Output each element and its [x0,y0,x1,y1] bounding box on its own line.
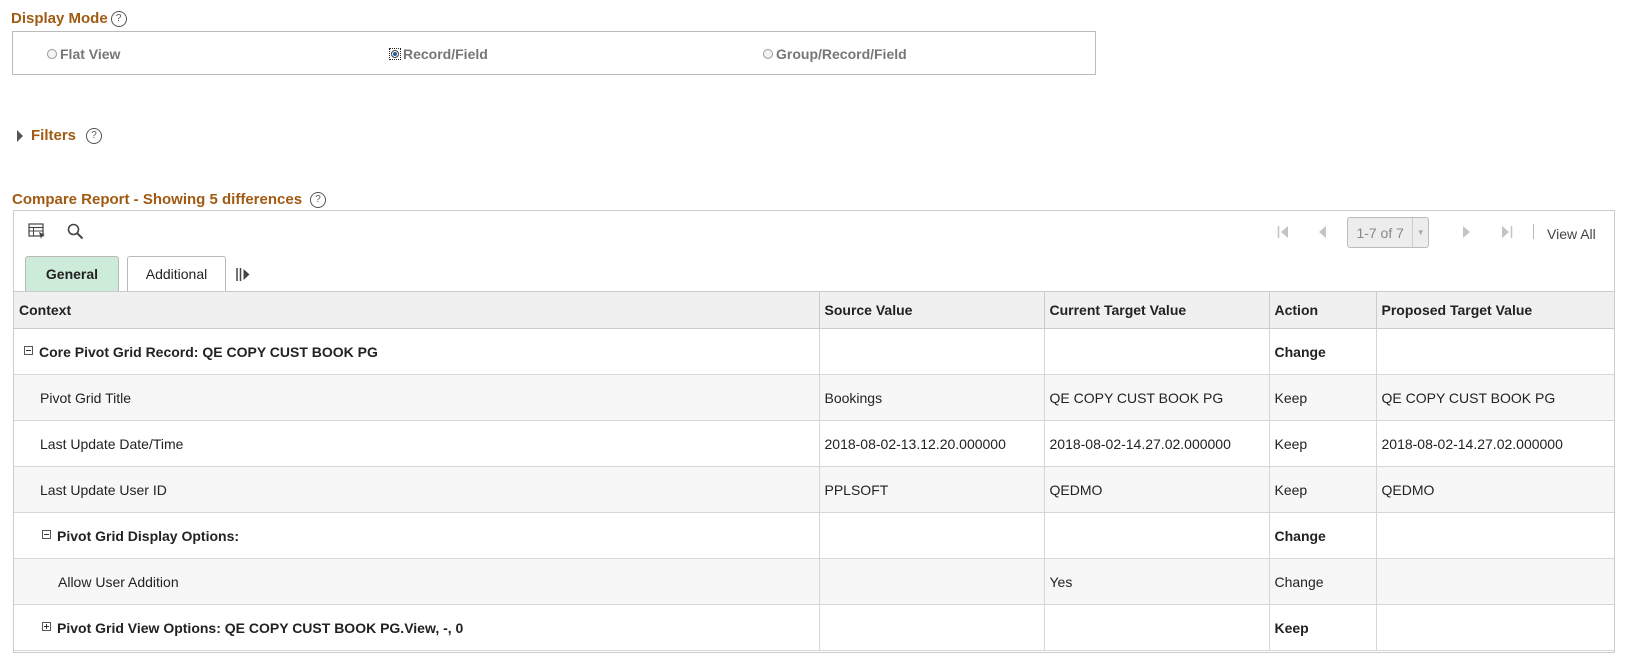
context-cell: Last Update User ID [14,466,819,513]
column-header-source-value[interactable]: Source Value [818,291,1044,329]
proposed-target-value-cell: 2018-08-02-14.27.02.000000 [1375,420,1614,467]
proposed-target-value-cell: QE COPY CUST BOOK PG [1375,374,1614,421]
current-target-value-cell: 2018-08-02-14.27.02.000000 [1043,420,1269,467]
context-cell: Pivot Grid View Options: QE COPY CUST BO… [14,604,819,651]
column-header-context[interactable]: Context [14,291,819,329]
tab-general-label: General [45,266,99,282]
tab-general[interactable]: General [25,256,119,291]
source-value-cell: Bookings [818,374,1044,421]
proposed-target-value-cell: QEDMO [1375,466,1614,513]
column-header-current-target-value[interactable]: Current Target Value [1043,291,1269,329]
pager-divider [1533,224,1534,239]
current-target-value-cell [1043,328,1269,375]
collapse-icon[interactable] [42,529,51,539]
action-cell: Keep [1268,604,1376,651]
display-mode-group: Flat View Record/Field Group/Record/Fiel… [12,31,1096,75]
table-row: Last Update User ID PPLSOFT QEDMO Keep Q… [14,466,1614,513]
source-value-cell [818,604,1044,651]
table-row: Pivot Grid Title Bookings QE COPY CUST B… [14,374,1614,421]
radio-unselected-icon[interactable] [763,49,773,59]
compare-report-grid: 1-7 of 7 ▼ View All General Additional C… [13,210,1615,653]
radio-label-group-record-field: Group/Record/Field [776,46,907,62]
proposed-target-value-cell [1375,512,1614,559]
source-value-cell: 2018-08-02-13.12.20.000000 [818,420,1044,467]
context-text: Pivot Grid Display Options: [57,527,240,544]
action-cell: Change [1268,328,1376,375]
collapse-icon[interactable] [24,345,33,355]
action-cell: Keep [1268,466,1376,513]
show-all-columns-icon[interactable] [236,268,250,286]
radio-group-record-field[interactable]: Group/Record/Field [763,46,907,62]
context-cell: Allow User Addition [14,558,819,605]
current-target-value-cell: Yes [1043,558,1269,605]
context-text: Pivot Grid View Options: QE COPY CUST BO… [57,619,464,636]
page-range-text: 1-7 of 7 [1356,224,1404,241]
first-page-icon[interactable] [1277,226,1289,241]
next-page-icon[interactable] [1462,226,1472,241]
compare-report-label: Compare Report - Showing 5 differences [12,191,303,208]
table-header-row: Context Source Value Current Target Valu… [14,291,1614,329]
table-row: Pivot Grid View Options: QE COPY CUST BO… [14,604,1614,651]
source-value-cell: PPLSOFT [818,466,1044,513]
column-header-proposed-target-value[interactable]: Proposed Target Value [1375,291,1614,329]
radio-flat-view[interactable]: Flat View [47,46,120,62]
compare-table: Context Source Value Current Target Valu… [14,291,1614,651]
grid-personalize-icon[interactable] [28,223,46,244]
filters-label[interactable]: Filters [31,127,76,144]
filters-toggle[interactable]: Filters ? [17,127,103,144]
context-cell: Last Update Date/Time [14,420,819,467]
action-cell: Keep [1268,420,1376,467]
current-target-value-cell [1043,512,1269,559]
chevron-down-icon[interactable]: ▼ [1412,218,1428,247]
proposed-target-value-cell [1375,328,1614,375]
current-target-value-cell: QEDMO [1043,466,1269,513]
radio-label-flat-view: Flat View [60,46,121,62]
action-cell: Change [1268,512,1376,559]
table-row: Last Update Date/Time 2018-08-02-13.12.2… [14,420,1614,467]
radio-label-record-field: Record/Field [403,46,488,62]
view-all-link[interactable]: View All [1547,226,1596,242]
radio-record-field[interactable]: Record/Field [389,46,488,62]
tab-additional[interactable]: Additional [127,256,226,291]
context-cell: Core Pivot Grid Record: QE COPY CUST BOO… [14,328,819,375]
context-text: Core Pivot Grid Record: QE COPY CUST BOO… [39,343,378,360]
source-value-cell [818,558,1044,605]
proposed-target-value-cell [1375,604,1614,651]
compare-report-title: Compare Report - Showing 5 differences ? [12,191,327,208]
context-cell: Pivot Grid Title [14,374,819,421]
source-value-cell [818,328,1044,375]
radio-unselected-icon[interactable] [47,49,57,59]
help-icon[interactable]: ? [310,191,327,208]
expand-icon[interactable] [42,621,51,631]
page-range-select[interactable]: 1-7 of 7 ▼ [1347,217,1429,248]
help-icon[interactable]: ? [110,10,127,27]
current-target-value-cell [1043,604,1269,651]
current-target-value-cell: QE COPY CUST BOOK PG [1043,374,1269,421]
tab-additional-label: Additional [145,266,208,282]
last-page-icon[interactable] [1501,226,1513,241]
action-cell: Keep [1268,374,1376,421]
display-mode-title: Display Mode ? [11,10,127,27]
help-icon[interactable]: ? [86,127,103,144]
collapsed-triangle-icon[interactable] [17,129,23,142]
column-header-action[interactable]: Action [1268,291,1376,329]
table-row: Pivot Grid Display Options: Change [14,512,1614,559]
context-cell: Pivot Grid Display Options: [14,512,819,559]
table-row: Core Pivot Grid Record: QE COPY CUST BOO… [14,328,1614,375]
radio-selected-icon[interactable] [389,48,401,60]
proposed-target-value-cell [1375,558,1614,605]
action-cell: Change [1268,558,1376,605]
table-row: Allow User Addition Yes Change [14,558,1614,605]
search-icon[interactable] [67,223,84,245]
source-value-cell [818,512,1044,559]
display-mode-label: Display Mode [11,10,108,27]
previous-page-icon[interactable] [1317,226,1327,241]
